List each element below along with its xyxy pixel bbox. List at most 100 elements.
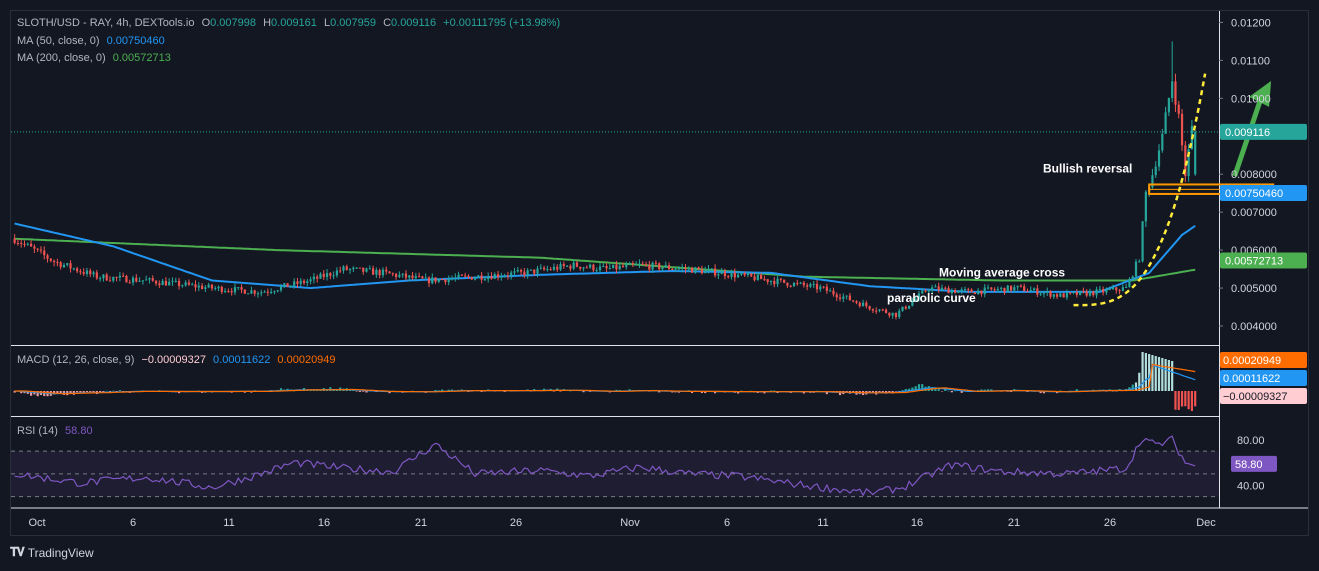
candle-body [378, 270, 381, 276]
candle-body [279, 286, 283, 291]
candle-body [36, 248, 39, 250]
candle-body [1082, 290, 1085, 292]
time-tick-label: 21 [415, 517, 427, 529]
rsi-value: 58.80 [65, 425, 93, 437]
candle-body [1075, 291, 1078, 295]
candle-body [707, 269, 710, 271]
macd-histogram-bar [1194, 391, 1197, 407]
candle-body [631, 263, 634, 265]
candle-body [648, 264, 651, 270]
time-tick-label: Dec [1196, 517, 1216, 529]
candle-body [651, 262, 654, 270]
candle-body [260, 292, 263, 294]
candle-body [16, 242, 20, 244]
candle-body [776, 278, 779, 285]
candle-body [286, 283, 289, 288]
candle-body [464, 275, 467, 277]
candle-body [418, 276, 421, 278]
candle-body [539, 267, 542, 269]
candle-body [533, 269, 536, 274]
candle-body [1013, 287, 1016, 291]
candle-body [92, 272, 95, 275]
tradingview-footer[interactable]: 𝐓𝐕 TradingView [10, 545, 94, 560]
macd-histogram-bar [1187, 391, 1190, 410]
candle-body [704, 270, 707, 274]
candle-body [1105, 289, 1108, 293]
candle-body [441, 279, 444, 281]
candle-body [674, 269, 677, 271]
candle-body [894, 312, 898, 317]
candle-body [746, 273, 750, 276]
macd-hist-value: −0.00009327 [141, 354, 206, 366]
ma50-legend[interactable]: MA (50, close, 0) 0.00750460 [17, 35, 169, 47]
candle-body [589, 264, 592, 268]
candle-body [1121, 287, 1124, 291]
macd-histogram-bar [118, 390, 121, 391]
candle-body [82, 272, 85, 274]
candle-body [293, 281, 296, 286]
candle-body [220, 286, 223, 292]
candle-body [641, 263, 644, 265]
candle-body [398, 274, 401, 277]
macd-badge-label: 0.00020949 [1223, 355, 1281, 367]
candle-body [819, 286, 822, 290]
open-label: O [201, 17, 211, 29]
candle-body [740, 273, 743, 275]
candle-body [503, 275, 506, 277]
candle-body [1049, 291, 1052, 297]
candle-body [542, 267, 546, 270]
chart-canvas[interactable]: Bullish reversal Moving average cross para… [11, 11, 1308, 535]
macd-histogram-bar [1164, 359, 1167, 391]
candle-body [253, 290, 256, 294]
candle-body [29, 243, 33, 247]
candle-body [1016, 285, 1019, 288]
candle-body [796, 282, 799, 284]
macd-histogram-bar [89, 391, 92, 392]
macd-histogram-bar [355, 391, 358, 392]
candle-body [773, 280, 776, 285]
candle-body [1164, 112, 1167, 134]
candle-body [421, 276, 424, 279]
candle-body [865, 302, 868, 307]
candle-body [427, 277, 431, 284]
candle-body [276, 290, 279, 292]
candle-body [763, 279, 766, 281]
price-tick-label: 0.01200 [1231, 17, 1271, 29]
ma200-legend[interactable]: MA (200, close, 0) 0.00572713 [17, 52, 175, 64]
candle-body [460, 274, 463, 276]
annotation-moving-average-cross: Moving average cross [939, 266, 1065, 280]
candle-body [848, 295, 852, 301]
macd-histogram-bar [105, 390, 108, 392]
candle-body [802, 282, 805, 286]
candle-body [753, 276, 756, 281]
macd-histogram-bar [1167, 360, 1170, 391]
candle-body [447, 278, 450, 283]
candle-body [697, 267, 700, 270]
macd-histogram-bar [1141, 352, 1144, 391]
candle-body [408, 275, 411, 278]
candle-body [585, 267, 588, 269]
candle-body [204, 287, 207, 289]
candle-body [931, 287, 934, 291]
macd-legend[interactable]: MACD (12, 26, close, 9) −0.00009327 0.00… [17, 354, 340, 366]
macd-histogram-bar [1177, 391, 1180, 411]
candle-body [766, 279, 769, 282]
candle-body [756, 274, 759, 281]
candle-body [743, 273, 746, 276]
candle-body [516, 270, 519, 272]
candle-body [316, 276, 319, 279]
candle-body [102, 274, 105, 279]
candle-body [224, 291, 227, 293]
macd-histogram-bar [569, 390, 572, 392]
candle-body [263, 291, 266, 293]
time-tick-label: 16 [318, 517, 330, 529]
candle-body [595, 270, 598, 272]
candle-body [1138, 261, 1141, 263]
candle-body [737, 274, 740, 278]
candle-body [1009, 285, 1013, 291]
high-label: H [263, 17, 272, 29]
rsi-legend[interactable]: RSI (14) 58.80 [17, 425, 97, 437]
candle-body [184, 282, 187, 286]
candle-body [977, 290, 980, 295]
candle-body [1102, 289, 1105, 293]
